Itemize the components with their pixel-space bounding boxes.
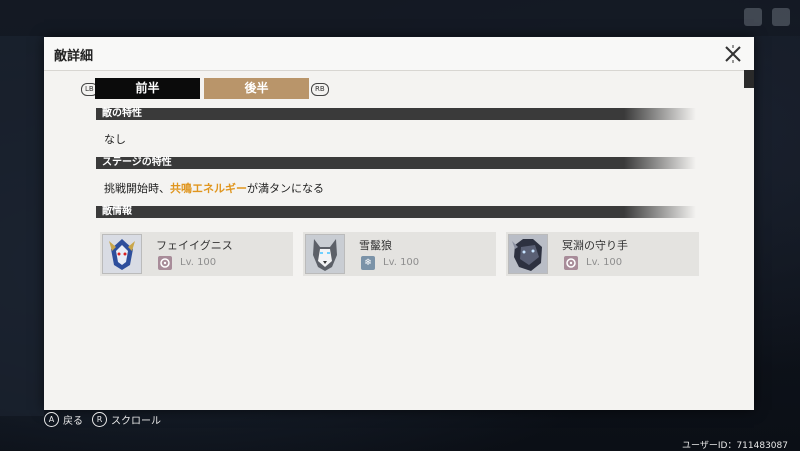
enemy-traits-text: なし	[104, 133, 126, 146]
enemy-card[interactable]: 雪鬣狼 ❄ Lv. 100	[303, 232, 496, 276]
background-top-icons	[744, 8, 790, 26]
stage-traits-text-after: が満タンになる	[247, 182, 324, 195]
snowflake-icon: ❄	[361, 256, 375, 270]
back-label: 戻る	[63, 416, 83, 427]
vortex-glyph-icon	[564, 256, 578, 270]
enemy-name: 冥淵の守り手	[562, 239, 628, 252]
close-icon	[725, 45, 741, 63]
resonance-energy-keyword[interactable]: 共鳴エネルギー	[170, 182, 247, 195]
enemy-level: Lv. 100	[586, 257, 623, 268]
section-heading-enemy-traits: 敵の特性	[96, 108, 696, 120]
enemy-card-list: フェイイグニス Lv. 100 雪鬣狼 ❄ Lv. 100 冥淵の守り手 Lv.…	[100, 232, 700, 276]
user-id: ユーザーID：711483087	[682, 441, 788, 451]
background-top-bar	[0, 0, 800, 36]
enemy-name: フェイイグニス	[156, 239, 233, 252]
scroll-hint[interactable]: R スクロール	[92, 412, 161, 427]
snow-wolf-portrait-icon	[313, 239, 337, 271]
enemy-portrait	[102, 234, 142, 274]
stage-traits-text-before: 挑戦開始時、	[104, 182, 170, 195]
a-button-icon: A	[44, 412, 59, 427]
enemy-card[interactable]: フェイイグニス Lv. 100	[100, 232, 293, 276]
close-button[interactable]	[722, 43, 744, 65]
stage-traits-text: 挑戦開始時、共鳴エネルギーが満タンになる	[104, 180, 324, 196]
abyss-guardian-portrait-icon	[512, 239, 542, 271]
enemy-portrait	[305, 234, 345, 274]
section-heading-enemy-info: 敵情報	[96, 206, 696, 218]
menu-icon	[744, 8, 762, 26]
modal-title: 敵詳細	[54, 49, 94, 64]
rb-button-hint[interactable]: RB	[311, 83, 329, 96]
section-heading-stage-traits: ステージの特性	[96, 157, 696, 169]
back-hint[interactable]: A 戻る	[44, 412, 83, 427]
vortex-glyph-icon	[158, 256, 172, 270]
enemy-portrait	[508, 234, 548, 274]
right-stick-icon: R	[92, 412, 107, 427]
map-icon	[772, 8, 790, 26]
modal-header: 敵詳細	[44, 37, 754, 71]
tab-second-half[interactable]: 後半	[204, 78, 309, 99]
fei-ignis-portrait-icon	[109, 239, 135, 270]
enemy-name: 雪鬣狼	[359, 239, 392, 252]
background-left-panel	[0, 36, 44, 416]
scroll-label: スクロール	[111, 416, 161, 427]
enemy-details-modal: 敵詳細 LB 前半 後半 RB 敵の特性 なし ステージの特性 挑戦開始時、共鳴…	[44, 37, 754, 410]
enemy-level: Lv. 100	[180, 257, 217, 268]
tab-first-half[interactable]: 前半	[95, 78, 200, 99]
enemy-level: Lv. 100	[383, 257, 420, 268]
header-corner-accent	[744, 70, 754, 88]
enemy-card[interactable]: 冥淵の守り手 Lv. 100	[506, 232, 699, 276]
